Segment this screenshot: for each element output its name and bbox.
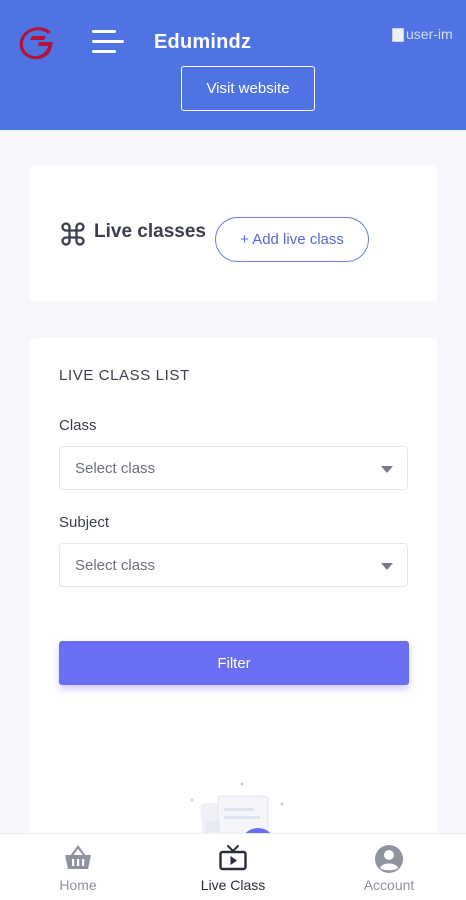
chevron-down-icon — [381, 563, 393, 570]
tv-play-icon — [219, 845, 247, 871]
nav-label-live-class: Live Class — [200, 877, 266, 893]
live-classes-title: Live classes — [94, 221, 206, 242]
live-class-list-title: LIVE CLASS LIST — [59, 367, 190, 384]
basket-icon — [65, 845, 91, 869]
bottom-nav: Home Live Class Account — [0, 833, 466, 900]
user-circle-icon — [375, 845, 403, 873]
app-title: Edumindz — [154, 31, 252, 53]
subject-select-value: Select class — [75, 557, 156, 574]
class-select-value: Select class — [75, 460, 156, 477]
add-live-class-button[interactable]: + Add live class — [215, 217, 369, 262]
logo-icon[interactable] — [18, 26, 56, 60]
command-icon — [61, 222, 85, 246]
nav-label-account: Account — [363, 877, 415, 893]
class-label: Class — [59, 417, 97, 434]
filter-button[interactable]: Filter — [59, 641, 409, 685]
class-select[interactable]: Select class — [59, 446, 408, 490]
subject-label: Subject — [59, 514, 110, 531]
nav-label-home: Home — [59, 877, 97, 893]
visit-website-button[interactable]: Visit website — [181, 66, 315, 111]
user-avatar-image[interactable]: user-im — [392, 26, 466, 52]
nav-item-account[interactable]: Account — [324, 834, 454, 900]
live-classes-card: Live classes + Add live class — [30, 165, 437, 301]
top-bar: Edumindz user-im Visit website — [0, 0, 466, 130]
nav-item-live-class[interactable]: Live Class — [168, 834, 298, 900]
live-class-list-card: LIVE CLASS LIST Class Select class Subje… — [30, 338, 437, 858]
menu-icon[interactable] — [92, 30, 124, 54]
broken-image-icon — [392, 28, 404, 43]
nav-item-home[interactable]: Home — [13, 834, 143, 900]
chevron-down-icon — [381, 466, 393, 473]
subject-select[interactable]: Select class — [59, 543, 408, 587]
user-image-alt-text: user-im — [406, 26, 453, 42]
